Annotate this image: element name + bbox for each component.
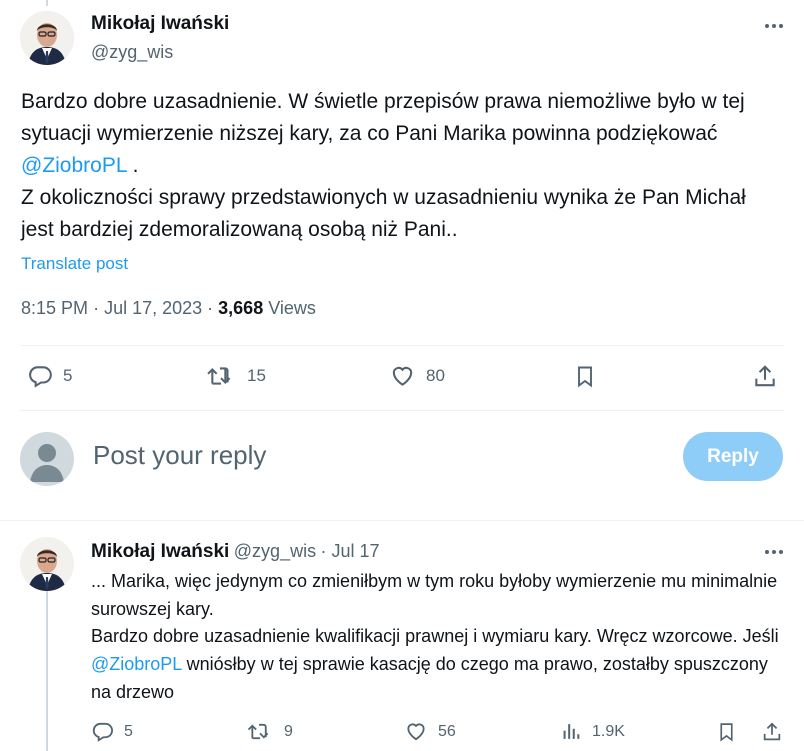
tweet-meta: 8:15 PM · Jul 17, 2023 · 3,668 Views bbox=[21, 298, 316, 318]
reply-count: 5 bbox=[63, 366, 73, 385]
repost-button[interactable]: 15 bbox=[205, 363, 266, 389]
reply-text-2: Bardzo dobre uzasadnienie kwalifikacji p… bbox=[91, 622, 781, 706]
views-count: 3,668 bbox=[218, 298, 264, 318]
translate-post-link[interactable]: Translate post bbox=[21, 254, 128, 274]
author-handle[interactable]: @zyg_wis bbox=[91, 42, 173, 63]
reply-views-count: 1.9K bbox=[592, 722, 625, 740]
tweet-text: Bardzo dobre uzasadnienie. W świetle prz… bbox=[21, 86, 783, 182]
tweet-text-paragraph-2: Z okoliczności sprawy przedstawionych w … bbox=[21, 186, 746, 241]
reply-text-1: ... Marika, więc jedynym co zmieniłbym w… bbox=[91, 571, 778, 619]
share-icon bbox=[752, 363, 778, 390]
reply-header: Mikołaj Iwański @zyg_wis · Jul 17 bbox=[91, 541, 380, 562]
reply-author-name[interactable]: Mikołaj Iwański bbox=[91, 541, 229, 562]
views-label: Views bbox=[268, 298, 316, 318]
reply-submit-button[interactable]: Reply bbox=[683, 432, 783, 481]
like-button[interactable]: 80 bbox=[389, 363, 445, 389]
tweet-date[interactable]: Jul 17, 2023 bbox=[104, 298, 202, 318]
repost-icon bbox=[246, 720, 274, 743]
bookmark-icon bbox=[716, 720, 737, 744]
reply-input[interactable]: Post your reply bbox=[93, 440, 266, 471]
reply-icon bbox=[27, 363, 53, 389]
avatar-reply[interactable] bbox=[20, 537, 74, 591]
bookmark-icon bbox=[573, 363, 597, 390]
tweet-detail-page: Mikołaj Iwański @zyg_wis Bardzo dobre uz… bbox=[0, 0, 804, 751]
reply-mention-link[interactable]: @ZiobroPL bbox=[91, 654, 182, 674]
mention-link[interactable]: @ZiobroPL bbox=[21, 154, 127, 177]
reply-button[interactable]: 5 bbox=[27, 363, 72, 389]
heart-icon bbox=[404, 720, 428, 743]
tweet-text-part1-end: . bbox=[126, 154, 139, 177]
more-icon[interactable] bbox=[765, 24, 783, 28]
reply-text-2-part1: Bardzo dobre uzasadnienie kwalifikacji p… bbox=[91, 626, 779, 646]
repost-count: 15 bbox=[247, 366, 266, 385]
repost-icon bbox=[205, 363, 237, 389]
avatar-main[interactable] bbox=[20, 11, 74, 65]
reply-author-handle[interactable]: @zyg_wis bbox=[234, 541, 316, 561]
like-count: 80 bbox=[426, 366, 445, 385]
reply-like-button[interactable]: 56 bbox=[404, 720, 456, 743]
reply-repost-count: 9 bbox=[284, 722, 293, 740]
reply-share-button[interactable] bbox=[761, 720, 783, 744]
reply-reply-count: 5 bbox=[124, 722, 133, 740]
bookmark-button[interactable] bbox=[573, 363, 597, 390]
reply-reply-button[interactable]: 5 bbox=[91, 720, 133, 743]
reply-date[interactable]: Jul 17 bbox=[332, 541, 380, 561]
thread-line-reply bbox=[46, 584, 48, 751]
reply-views-button[interactable]: 1.9K bbox=[560, 720, 625, 743]
section-divider bbox=[0, 520, 804, 521]
tweet-time[interactable]: 8:15 PM bbox=[21, 298, 88, 318]
heart-icon bbox=[389, 363, 416, 389]
avatar-placeholder[interactable] bbox=[20, 432, 74, 486]
reply-text-2-part2: wniósłby w tej sprawie kasację do czego … bbox=[91, 654, 768, 702]
divider bbox=[20, 345, 784, 346]
divider bbox=[20, 410, 784, 411]
reply-icon bbox=[91, 720, 114, 743]
reply-bookmark-button[interactable] bbox=[716, 720, 737, 744]
share-icon bbox=[761, 720, 783, 744]
thread-line-top bbox=[46, 0, 48, 6]
reply-repost-button[interactable]: 9 bbox=[246, 720, 293, 743]
reply-like-count: 56 bbox=[438, 722, 456, 740]
author-name[interactable]: Mikołaj Iwański bbox=[91, 13, 229, 35]
more-icon[interactable] bbox=[765, 550, 783, 554]
views-icon bbox=[560, 720, 582, 743]
share-button[interactable] bbox=[752, 363, 778, 390]
tweet-text-part1: Bardzo dobre uzasadnienie. W świetle prz… bbox=[21, 90, 745, 145]
